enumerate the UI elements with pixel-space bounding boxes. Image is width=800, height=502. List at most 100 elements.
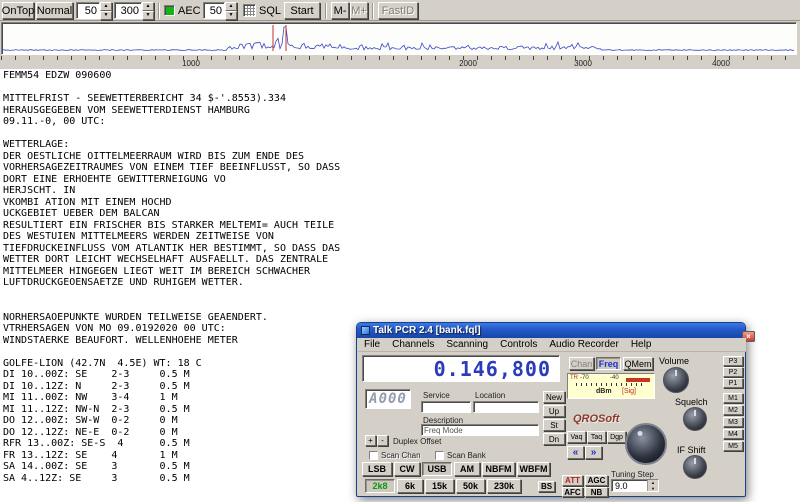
- sql-level-value[interactable]: 50: [203, 2, 225, 19]
- filter-230k-button[interactable]: 230k: [487, 479, 521, 493]
- squelch-knob[interactable]: [683, 407, 707, 431]
- fastid-button[interactable]: FastID: [378, 2, 418, 19]
- mode-wbfm-button[interactable]: WBFM: [517, 462, 550, 476]
- button-m3[interactable]: M3: [723, 417, 743, 427]
- menu-help[interactable]: Help: [625, 339, 658, 350]
- scan-chan-label: Scan Chan: [381, 451, 421, 460]
- duplex-plus-button[interactable]: +: [365, 435, 376, 446]
- if-shift-label: IF Shift: [677, 445, 706, 455]
- sql-up-arrow-icon[interactable]: ▲: [225, 2, 237, 11]
- meter-ticks-icon: [576, 383, 644, 386]
- sql-grid-icon[interactable]: [243, 4, 256, 17]
- filter-50k-button[interactable]: 50k: [456, 479, 485, 493]
- span-value[interactable]: 300: [114, 2, 142, 19]
- dgp-button[interactable]: Dgp: [607, 431, 626, 443]
- frequency-display: 0.146,800: [362, 355, 560, 382]
- filter-6k-button[interactable]: 6k: [397, 479, 423, 493]
- span-down-arrow-icon[interactable]: ▼: [142, 11, 154, 20]
- tab-qmem[interactable]: QMem: [623, 357, 653, 370]
- sql-level-spinner: 50 ▲ ▼: [203, 2, 237, 20]
- tab-freq[interactable]: Freq: [596, 357, 621, 370]
- ontop-button[interactable]: OnTop: [2, 2, 34, 19]
- mode-cw-button[interactable]: CW: [394, 462, 420, 476]
- bs-button[interactable]: BS: [538, 481, 555, 492]
- toolbar-separator: [158, 3, 160, 19]
- aec-led-indicator[interactable]: [164, 5, 175, 16]
- nb-button[interactable]: NB: [585, 487, 608, 497]
- tab-chan[interactable]: Chan: [569, 357, 594, 370]
- shift-up-arrow-icon[interactable]: ▲: [100, 2, 112, 11]
- button-m5[interactable]: M5: [723, 441, 743, 451]
- tuning-knob[interactable]: [625, 423, 667, 465]
- mode-nbfm-button[interactable]: NBFM: [482, 462, 515, 476]
- menu-controls[interactable]: Controls: [494, 339, 543, 350]
- span-spinner: 300 ▲ ▼: [114, 2, 154, 20]
- agc-button[interactable]: AGC: [585, 475, 608, 486]
- meter-scale-right: -40: [610, 375, 619, 381]
- filter-2k8-button[interactable]: 2k8: [365, 479, 395, 493]
- tuning-step-select[interactable]: 9.0 ▲ ▼: [611, 479, 659, 492]
- scan-bank-checkbox[interactable]: [435, 451, 444, 460]
- memory-minus-button[interactable]: M-: [331, 2, 349, 19]
- button-m4[interactable]: M4: [723, 429, 743, 439]
- menu-scanning[interactable]: Scanning: [440, 339, 494, 350]
- mode-usb-button[interactable]: USB: [422, 462, 452, 476]
- taq-button[interactable]: Taq: [587, 431, 606, 443]
- if-shift-knob[interactable]: [683, 455, 707, 479]
- button-m2[interactable]: M2: [723, 405, 743, 415]
- menu-file[interactable]: File: [358, 339, 386, 350]
- mode-am-button[interactable]: AM: [454, 462, 480, 476]
- description-field[interactable]: Freq Mode: [421, 424, 539, 436]
- aec-label: AEC: [178, 5, 201, 17]
- mode-select-button[interactable]: Normal: [36, 2, 73, 19]
- button-p3[interactable]: P3: [723, 356, 743, 366]
- vaq-button[interactable]: Vaq: [567, 431, 586, 443]
- memory-channel-value: A000: [369, 391, 407, 407]
- location-field[interactable]: [473, 401, 539, 413]
- store-button[interactable]: St: [543, 419, 565, 431]
- meter-unit-label: dBm: [596, 388, 612, 395]
- span-up-arrow-icon[interactable]: ▲: [142, 2, 154, 11]
- afc-button[interactable]: AFC: [562, 487, 583, 497]
- tune-down-arrow-icon[interactable]: «: [567, 446, 584, 459]
- shift-value[interactable]: 50: [76, 2, 100, 19]
- meter-red-zone: [626, 378, 650, 382]
- spectrum-trace: [1, 25, 794, 52]
- button-p2[interactable]: P2: [723, 367, 743, 377]
- spectrum-display[interactable]: [1, 22, 797, 55]
- scale-label: 4000: [712, 59, 730, 68]
- memory-plus-button[interactable]: M+: [350, 2, 368, 19]
- scan-bank-label: Scan Bank: [447, 451, 486, 460]
- signal-meter: TR -70 -40 dBm [Sig]: [567, 373, 655, 399]
- meter-sig-label: [Sig]: [622, 388, 637, 395]
- meter-scale-left: -70: [580, 375, 589, 381]
- shift-down-arrow-icon[interactable]: ▼: [100, 11, 112, 20]
- step-down-arrow-icon[interactable]: ▼: [648, 486, 658, 492]
- new-button[interactable]: New: [543, 391, 565, 403]
- up-button[interactable]: Up: [543, 405, 565, 417]
- volume-knob[interactable]: [663, 367, 689, 393]
- mode-lsb-button[interactable]: LSB: [362, 462, 392, 476]
- att-button[interactable]: ATT: [562, 475, 583, 486]
- scan-chan-checkbox[interactable]: [369, 451, 378, 460]
- tuning-step-spinner[interactable]: ▲ ▼: [647, 480, 658, 491]
- tune-up-arrow-icon[interactable]: »: [585, 446, 602, 459]
- app-icon: [361, 326, 370, 335]
- sql-down-arrow-icon[interactable]: ▼: [225, 11, 237, 20]
- start-button[interactable]: Start: [284, 2, 320, 19]
- tuning-step-value: 9.0: [615, 480, 628, 491]
- button-m1[interactable]: M1: [723, 393, 743, 403]
- scale-ticks-icon: [1, 56, 797, 60]
- duplex-minus-button[interactable]: -: [377, 435, 388, 446]
- filter-15k-button[interactable]: 15k: [425, 479, 454, 493]
- pcr-titlebar[interactable]: Talk PCR 2.4 [bank.fql] – ❐ ×: [357, 323, 755, 342]
- service-field[interactable]: [421, 401, 471, 413]
- menu-channels[interactable]: Channels: [386, 339, 440, 350]
- scale-label: 1000: [182, 59, 200, 68]
- down-button[interactable]: Dn: [543, 433, 565, 445]
- service-label: Service: [423, 391, 450, 400]
- menu-audio-recorder[interactable]: Audio Recorder: [543, 339, 624, 350]
- button-p1[interactable]: P1: [723, 378, 743, 388]
- scale-label: 2000: [459, 59, 477, 68]
- app-screen: OnTop Normal 50 ▲ ▼ 300 ▲ ▼ AEC 50 ▲ ▼ S…: [0, 0, 800, 502]
